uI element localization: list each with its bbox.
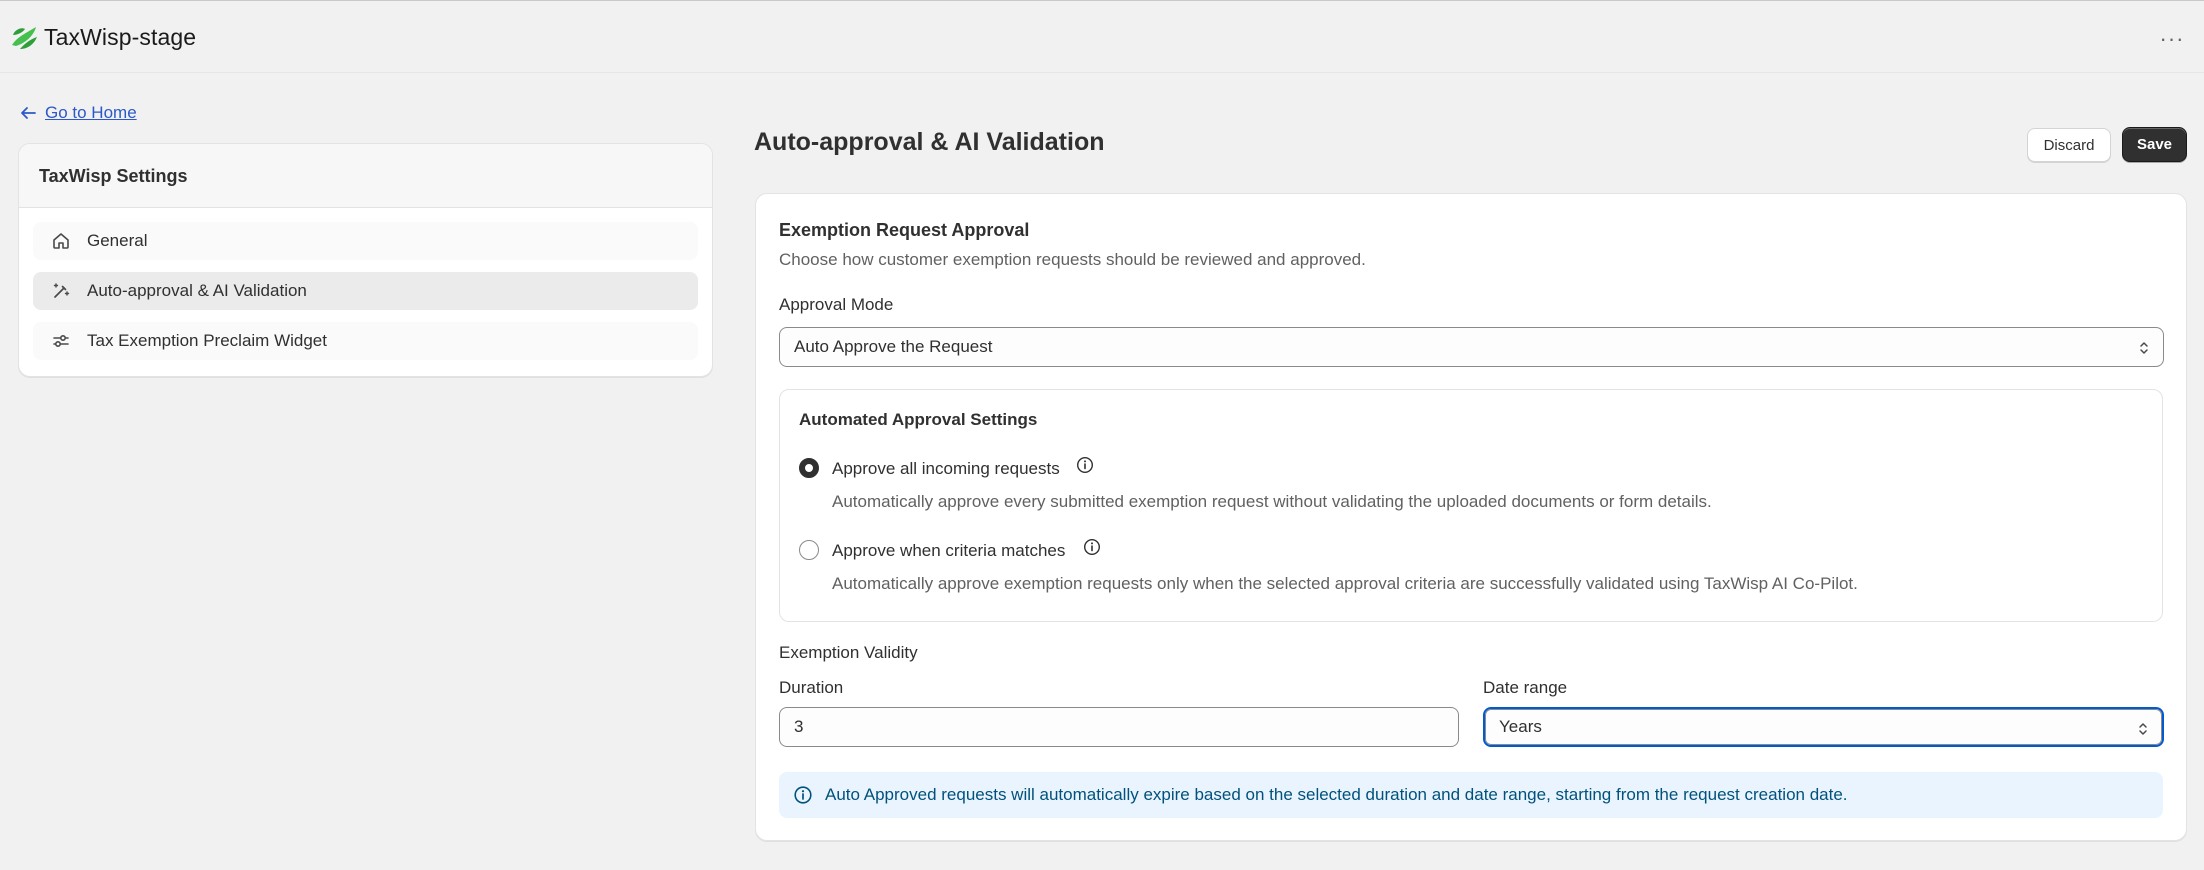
settings-nav-list: General Auto-approval & AI Validation Ta… [19,208,712,360]
settings-nav-card: TaxWisp Settings General Auto-approval &… [18,143,713,377]
duration-label: Duration [779,678,844,697]
go-to-home-link[interactable]: Go to Home [19,103,137,123]
brand-logo-icon [12,27,37,49]
automated-approval-settings: Automated Approval Settings Approve all … [779,389,2163,622]
magic-wand-icon [53,283,70,298]
info-circle-icon [794,786,812,804]
exemption-request-description: Choose how customer exemption requests s… [779,250,1366,269]
approve-all-radio[interactable] [799,458,819,478]
nav-item-preclaim-widget[interactable]: Tax Exemption Preclaim Widget [33,322,698,360]
date-range-label: Date range [1483,678,1568,697]
automated-approval-title: Automated Approval Settings [799,410,1038,429]
duration-value: 3 [794,717,804,736]
go-to-home-label: Go to Home [45,103,137,122]
approve-all-help: Automatically approve every submitted ex… [832,492,1712,511]
duration-input[interactable]: 3 [779,707,1459,747]
approval-mode-select[interactable]: Auto Approve the Request [779,327,2164,367]
app-title: TaxWisp-stage [44,23,197,50]
nav-item-label: Tax Exemption Preclaim Widget [87,331,327,350]
approval-mode-label: Approval Mode [779,295,894,314]
select-chevron-icon [2139,723,2147,735]
info-icon[interactable] [1076,456,1094,474]
select-chevron-icon [2140,342,2148,354]
app-brand: TaxWisp-stage [10,23,196,51]
nav-item-label: General [87,231,148,250]
expiry-info-banner: Auto Approved requests will automaticall… [779,772,2163,818]
exemption-validity-title: Exemption Validity [779,643,918,662]
info-icon[interactable] [1083,538,1101,556]
approval-mode-value: Auto Approve the Request [794,337,993,356]
nav-item-general[interactable]: General [33,222,698,260]
nav-item-auto-approval[interactable]: Auto-approval & AI Validation [33,272,698,310]
expiry-info-text: Auto Approved requests will automaticall… [825,785,1848,804]
approve-criteria-radio[interactable] [799,540,819,560]
settings-card-title: TaxWisp Settings [39,166,188,186]
more-options-button[interactable]: ··· [2156,25,2188,53]
arrow-left-icon [21,107,36,119]
settings-card-header: TaxWisp Settings [19,144,712,208]
exemption-request-title: Exemption Request Approval [779,220,1030,240]
home-icon [53,233,69,249]
sliders-icon [53,335,69,348]
page-title: Auto-approval & AI Validation [754,128,1105,156]
discard-button[interactable]: Discard [2027,128,2111,162]
date-range-select[interactable]: Years [1483,707,2164,747]
date-range-value: Years [1499,717,1542,736]
nav-item-label: Auto-approval & AI Validation [87,281,307,300]
approve-all-label[interactable]: Approve all incoming requests [832,459,1060,479]
auto-approval-card: Exemption Request Approval Choose how cu… [755,193,2187,841]
app-header: TaxWisp-stage ··· [0,1,2204,73]
more-horizontal-icon: ··· [2159,26,2185,51]
approve-criteria-help: Automatically approve exemption requests… [832,574,1858,593]
approve-criteria-label[interactable]: Approve when criteria matches [832,541,1065,561]
save-button[interactable]: Save [2122,127,2187,162]
